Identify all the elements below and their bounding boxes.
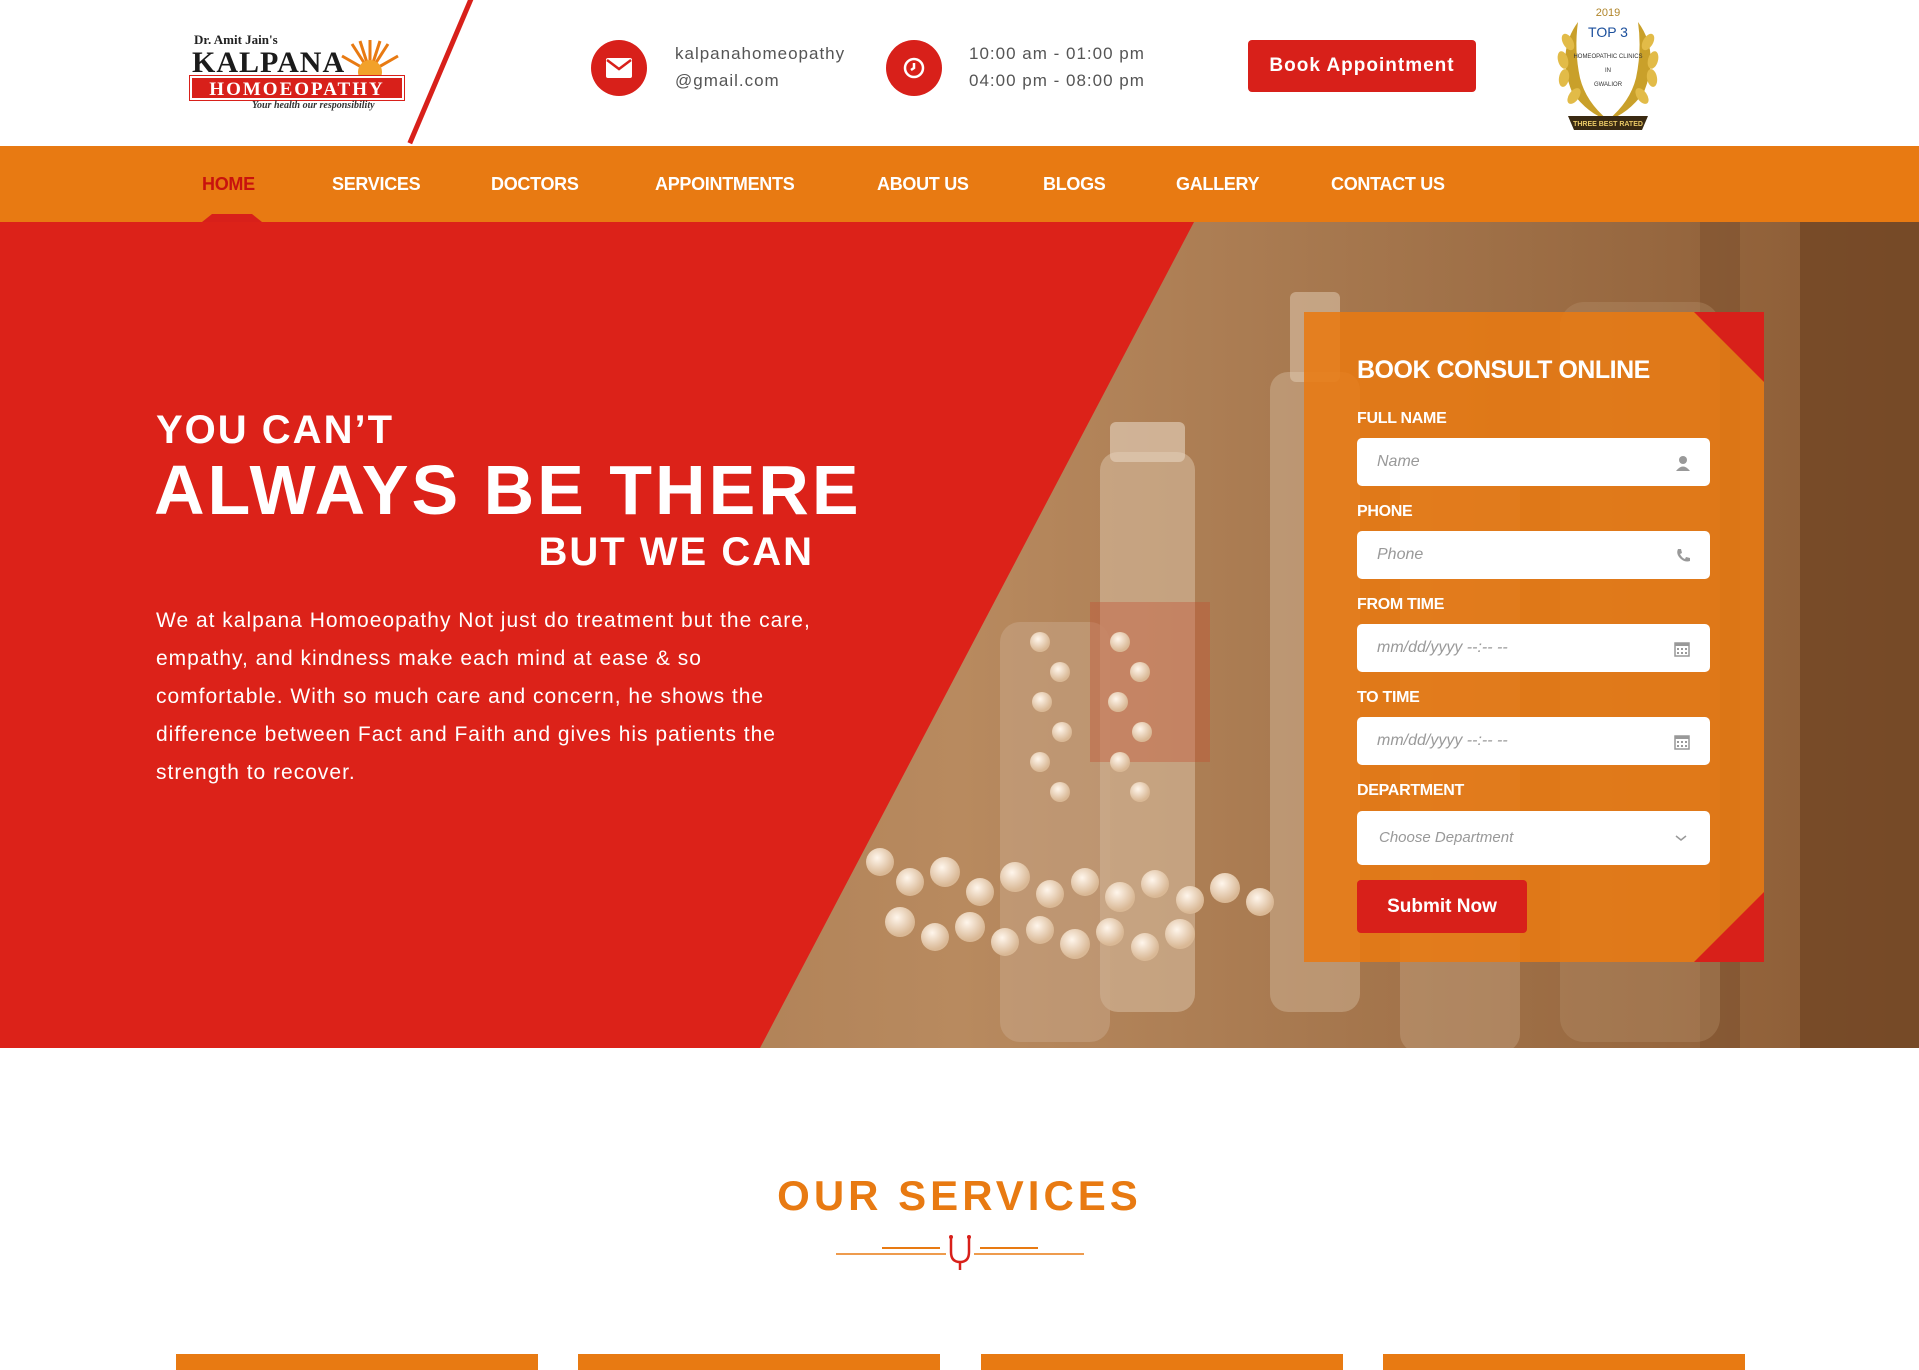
- nav-item-about-us[interactable]: ABOUT US: [877, 146, 969, 222]
- service-card[interactable]: [981, 1354, 1343, 1370]
- service-card[interactable]: [578, 1354, 940, 1370]
- department-select-value: Choose Department: [1379, 829, 1514, 846]
- to-time-input[interactable]: [1357, 717, 1710, 765]
- full-name-input[interactable]: [1357, 438, 1710, 486]
- chevron-down-icon: [1675, 835, 1687, 841]
- hero-description: We at kalpana Homoeopathy Not just do tr…: [156, 609, 811, 784]
- department-label: DEPARTMENT: [1357, 782, 1464, 799]
- from-time-label: FROM TIME: [1357, 596, 1445, 613]
- service-card[interactable]: [1383, 1354, 1745, 1370]
- nav-item-doctors[interactable]: DOCTORS: [491, 146, 579, 222]
- from-time-input[interactable]: [1357, 624, 1710, 672]
- user-icon: [1676, 456, 1690, 471]
- logo-tagline: Your health our responsibility: [252, 100, 375, 111]
- service-card[interactable]: [176, 1354, 538, 1370]
- header: Dr. Amit Jain's KALPANA HOMOEOPATHY Your…: [0, 0, 1919, 146]
- phone-label: PHONE: [1357, 503, 1413, 520]
- award-badge: 2019 TOP 3 HOMEOPATHIC CLINICS IN GWALIO…: [1557, 7, 1659, 130]
- phone-icon: [1677, 549, 1690, 562]
- form-title: BOOK CONSULT ONLINE: [1357, 356, 1650, 384]
- award-sub2: IN: [1605, 68, 1611, 74]
- to-time-label: TO TIME: [1357, 689, 1420, 706]
- nav-active-indicator: [202, 214, 262, 222]
- stethoscope-divider-icon: [836, 1235, 1084, 1270]
- hero-post-heading: BUT WE CAN: [538, 530, 814, 574]
- calendar-icon: [1674, 735, 1690, 750]
- nav-item-services[interactable]: SERVICES: [332, 146, 421, 222]
- award-sub1: HOMEOPATHIC CLINICS: [1573, 54, 1642, 60]
- hero-heading: ALWAYS BE THERE: [154, 451, 862, 529]
- award-year: 2019: [1596, 7, 1620, 19]
- form-corner-bottom: [1694, 892, 1764, 962]
- email-icon: [591, 40, 647, 96]
- main-nav: HOME SERVICES DOCTORS APPOINTMENTS ABOUT…: [0, 146, 1919, 222]
- hours-line-2: 04:00 pm - 08:00 pm: [969, 71, 1145, 90]
- full-name-label: FULL NAME: [1357, 410, 1447, 427]
- clock-icon: [886, 40, 942, 96]
- services-title: OUR SERVICES: [777, 1172, 1142, 1219]
- hero-pre-heading: YOU CAN’T: [156, 408, 394, 452]
- sun-logo-icon: [341, 40, 399, 76]
- nav-item-contact-us[interactable]: CONTACT US: [1331, 146, 1445, 222]
- award-sub3: GWALIOR: [1594, 82, 1623, 88]
- email-line-2: @gmail.com: [675, 71, 780, 90]
- logo[interactable]: Dr. Amit Jain's KALPANA HOMOEOPATHY Your…: [190, 32, 410, 117]
- hours-line-1: 10:00 am - 01:00 pm: [969, 44, 1145, 63]
- award-title: TOP 3: [1588, 24, 1628, 40]
- calendar-icon: [1674, 642, 1690, 657]
- submit-button[interactable]: Submit Now: [1357, 880, 1527, 933]
- nav-item-home[interactable]: HOME: [202, 146, 255, 222]
- email-line-1: kalpanahomeopathy: [675, 44, 846, 63]
- logo-name: KALPANA: [192, 46, 346, 79]
- book-appointment-button[interactable]: Book Appointment: [1248, 40, 1476, 92]
- hours-text: 10:00 am - 01:00 pm 04:00 pm - 08:00 pm: [969, 40, 1145, 94]
- phone-input[interactable]: [1357, 531, 1710, 579]
- nav-item-blogs[interactable]: BLOGS: [1043, 146, 1106, 222]
- nav-item-gallery[interactable]: GALLERY: [1176, 146, 1260, 222]
- nav-item-appointments[interactable]: APPOINTMENTS: [655, 146, 795, 222]
- email-text[interactable]: kalpanahomeopathy @gmail.com: [675, 40, 845, 94]
- form-corner-top: [1694, 312, 1764, 382]
- header-slash-divider: [407, 0, 475, 145]
- logo-sub: HOMOEOPATHY: [190, 76, 404, 100]
- page: Dr. Amit Jain's KALPANA HOMOEOPATHY Your…: [0, 0, 1919, 1370]
- award-ribbon: THREE BEST RATED: [1573, 121, 1643, 128]
- department-select[interactable]: Choose Department: [1357, 811, 1710, 865]
